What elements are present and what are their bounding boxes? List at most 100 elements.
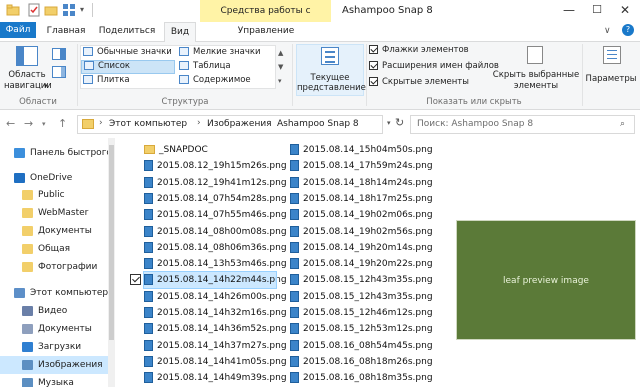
tab-file[interactable]: Файл <box>0 22 36 38</box>
file-item[interactable]: 2015.08.14_19h20m14s.png <box>290 240 433 256</box>
up-arrow-icon[interactable]: ↑ <box>58 117 67 130</box>
folder-icon <box>6 3 20 17</box>
hide-selected-icon <box>527 46 543 64</box>
nav-item[interactable]: Музыка <box>0 374 115 387</box>
hide-selected-button[interactable]: Скрыть выбранные элементы <box>491 44 581 94</box>
help-icon[interactable]: ? <box>622 24 634 36</box>
current-view-button[interactable]: Текущее представление <box>296 44 366 96</box>
folder-sync-icon <box>22 243 33 254</box>
preview-pane-icon[interactable] <box>52 48 66 60</box>
nav-item[interactable]: Панель быстрого <box>0 144 115 162</box>
tab-share[interactable]: Поделиться <box>96 22 158 42</box>
nav-item-label: Панель быстрого <box>30 148 112 158</box>
file-item[interactable]: 2015.08.16_08h54m45s.png <box>290 338 433 354</box>
file-item[interactable]: 2015.08.14_18h14m24s.png <box>290 175 433 191</box>
file-item[interactable]: 2015.08.14_08h00m08s.png <box>144 224 287 240</box>
file-item[interactable]: 2015.08.14_14h22m44s.png <box>130 271 287 290</box>
layout-small-icons[interactable]: Мелкие значки <box>179 47 271 60</box>
file-item[interactable]: 2015.08.14_14h37m27s.png <box>144 338 287 354</box>
file-item[interactable]: 2015.08.14_14h26m00s.png <box>144 289 287 305</box>
nav-item[interactable]: Public <box>0 186 115 204</box>
nav-item[interactable]: Загрузки <box>0 338 115 356</box>
image-file-icon <box>290 372 299 384</box>
file-item[interactable]: 2015.08.15_12h46m12s.png <box>290 305 433 321</box>
new-folder-icon[interactable] <box>44 3 58 17</box>
address-dropdown-icon[interactable]: ▾ <box>387 119 391 127</box>
file-item[interactable]: 2015.08.14_17h59m24s.png <box>290 158 433 174</box>
file-item[interactable]: 2015.08.14_19h02m06s.png <box>290 207 433 223</box>
tab-view[interactable]: Вид <box>164 22 196 43</box>
options-button[interactable]: Параметры <box>584 44 638 94</box>
file-item[interactable]: 2015.08.15_12h53m12s.png <box>290 321 433 337</box>
image-file-icon <box>144 225 153 237</box>
file-item[interactable]: 2015.08.16_08h18m26s.png <box>290 354 433 370</box>
collapse-ribbon-icon[interactable]: ∨ <box>604 26 611 36</box>
nav-item[interactable]: Общая <box>0 240 115 258</box>
nav-item[interactable]: Документы <box>0 320 115 338</box>
file-item[interactable]: 2015.08.12_19h41m12s.png <box>144 175 287 191</box>
address-box[interactable]: › Этот компьютер › Изображения › Ashampo… <box>77 115 383 134</box>
search-input[interactable]: Поиск: Ashampoo Snap 8 <box>410 115 635 134</box>
folder-item[interactable]: _SNAPDOC <box>144 142 276 158</box>
nav-item[interactable]: Видео <box>0 302 115 320</box>
file-item[interactable]: 2015.08.14_14h49m39s.png <box>144 370 287 386</box>
file-item[interactable]: 2015.08.14_19h20m22s.png <box>290 256 433 272</box>
hidden-items-checkbox[interactable]: Скрытые элементы <box>369 77 469 88</box>
nav-item[interactable]: WebMaster <box>0 204 115 222</box>
image-file-icon <box>290 192 299 204</box>
file-item[interactable]: 2015.08.14_14h36m52s.png <box>144 321 287 337</box>
breadcrumb-ashampoo[interactable]: Ashampoo Snap 8 <box>277 119 359 129</box>
nav-item-label: Загрузки <box>38 342 82 352</box>
layout-normal-icons[interactable]: Обычные значки <box>83 47 175 60</box>
file-item[interactable]: 2015.08.14_15h04m50s.png <box>290 142 433 158</box>
nav-item[interactable]: Этот компьютер <box>0 284 115 302</box>
view-grid-icon[interactable] <box>62 3 76 17</box>
layout-table[interactable]: Таблица <box>179 61 271 74</box>
tab-manage[interactable]: Управление <box>210 22 322 42</box>
navigation-pane-button[interactable]: Область навигации ▾ <box>4 44 52 91</box>
file-extensions-checkbox[interactable]: Расширения имен файлов <box>369 61 499 72</box>
panels-group-label: Области <box>19 97 57 107</box>
layout-contents[interactable]: Содержимое <box>179 75 271 88</box>
file-item[interactable]: 2015.08.14_07h54m28s.png <box>144 191 287 207</box>
file-item[interactable]: 2015.08.14_14h32m16s.png <box>144 305 287 321</box>
nav-item[interactable]: Документы <box>0 222 115 240</box>
file-item[interactable]: 2015.08.14_13h53m46s.png <box>144 256 287 272</box>
row-checkbox-icon[interactable] <box>130 274 141 286</box>
nav-item[interactable]: OneDrive <box>0 169 115 187</box>
file-item[interactable]: 2015.08.14_19h02m56s.png <box>290 224 433 240</box>
forward-arrow-icon[interactable]: → <box>24 117 33 130</box>
close-button[interactable]: ✕ <box>612 0 638 22</box>
maximize-button[interactable]: ☐ <box>584 0 610 22</box>
file-item[interactable]: 2015.08.14_07h55m46s.png <box>144 207 287 223</box>
refresh-icon[interactable]: ↻ <box>395 116 404 129</box>
nav-item[interactable]: Изображения <box>0 356 115 374</box>
layout-tiles[interactable]: Плитка <box>83 75 175 88</box>
quick-access-dropdown-icon[interactable]: ▾ <box>80 5 84 14</box>
file-item[interactable]: 2015.08.16_08h18m35s.png <box>290 370 433 386</box>
details-pane-icon[interactable] <box>52 66 66 78</box>
nav-scrollbar-thumb[interactable] <box>109 145 114 340</box>
minimize-button[interactable]: — <box>556 0 582 22</box>
file-item[interactable]: 2015.08.15_12h43m35s.png <box>290 289 433 305</box>
file-item[interactable]: 2015.08.14_14h41m05s.png <box>144 354 287 370</box>
file-item[interactable]: 2015.08.12_19h15m26s.png <box>144 158 287 174</box>
file-item[interactable]: 2015.08.14_08h06m36s.png <box>144 240 287 256</box>
file-item[interactable]: 2015.08.15_12h43m35s.png <box>290 272 433 288</box>
folder-icon <box>82 119 94 129</box>
file-item[interactable]: 2015.08.14_18h17m25s.png <box>290 191 433 207</box>
layout-list[interactable]: Список <box>81 60 175 74</box>
layout-table-label: Таблица <box>193 61 231 71</box>
layout-scroll-icon[interactable]: ▲ ▼ ▾ <box>278 46 283 88</box>
chevron-down-icon: ▾ <box>44 82 48 90</box>
breadcrumb-computer[interactable]: Этот компьютер <box>109 119 187 129</box>
tab-home[interactable]: Главная <box>44 22 88 42</box>
back-arrow-icon[interactable]: ← <box>6 117 15 130</box>
recent-locations-icon[interactable]: ▾ <box>42 120 46 128</box>
item-flags-checkbox[interactable]: Флажки элементов <box>369 45 469 56</box>
file-name: 2015.08.14_08h06m36s.png <box>157 242 287 253</box>
nav-item[interactable]: Фотографии <box>0 258 115 276</box>
nav-item-label: Видео <box>38 306 68 316</box>
breadcrumb-pictures[interactable]: Изображения <box>207 119 272 129</box>
properties-icon[interactable] <box>27 3 41 17</box>
